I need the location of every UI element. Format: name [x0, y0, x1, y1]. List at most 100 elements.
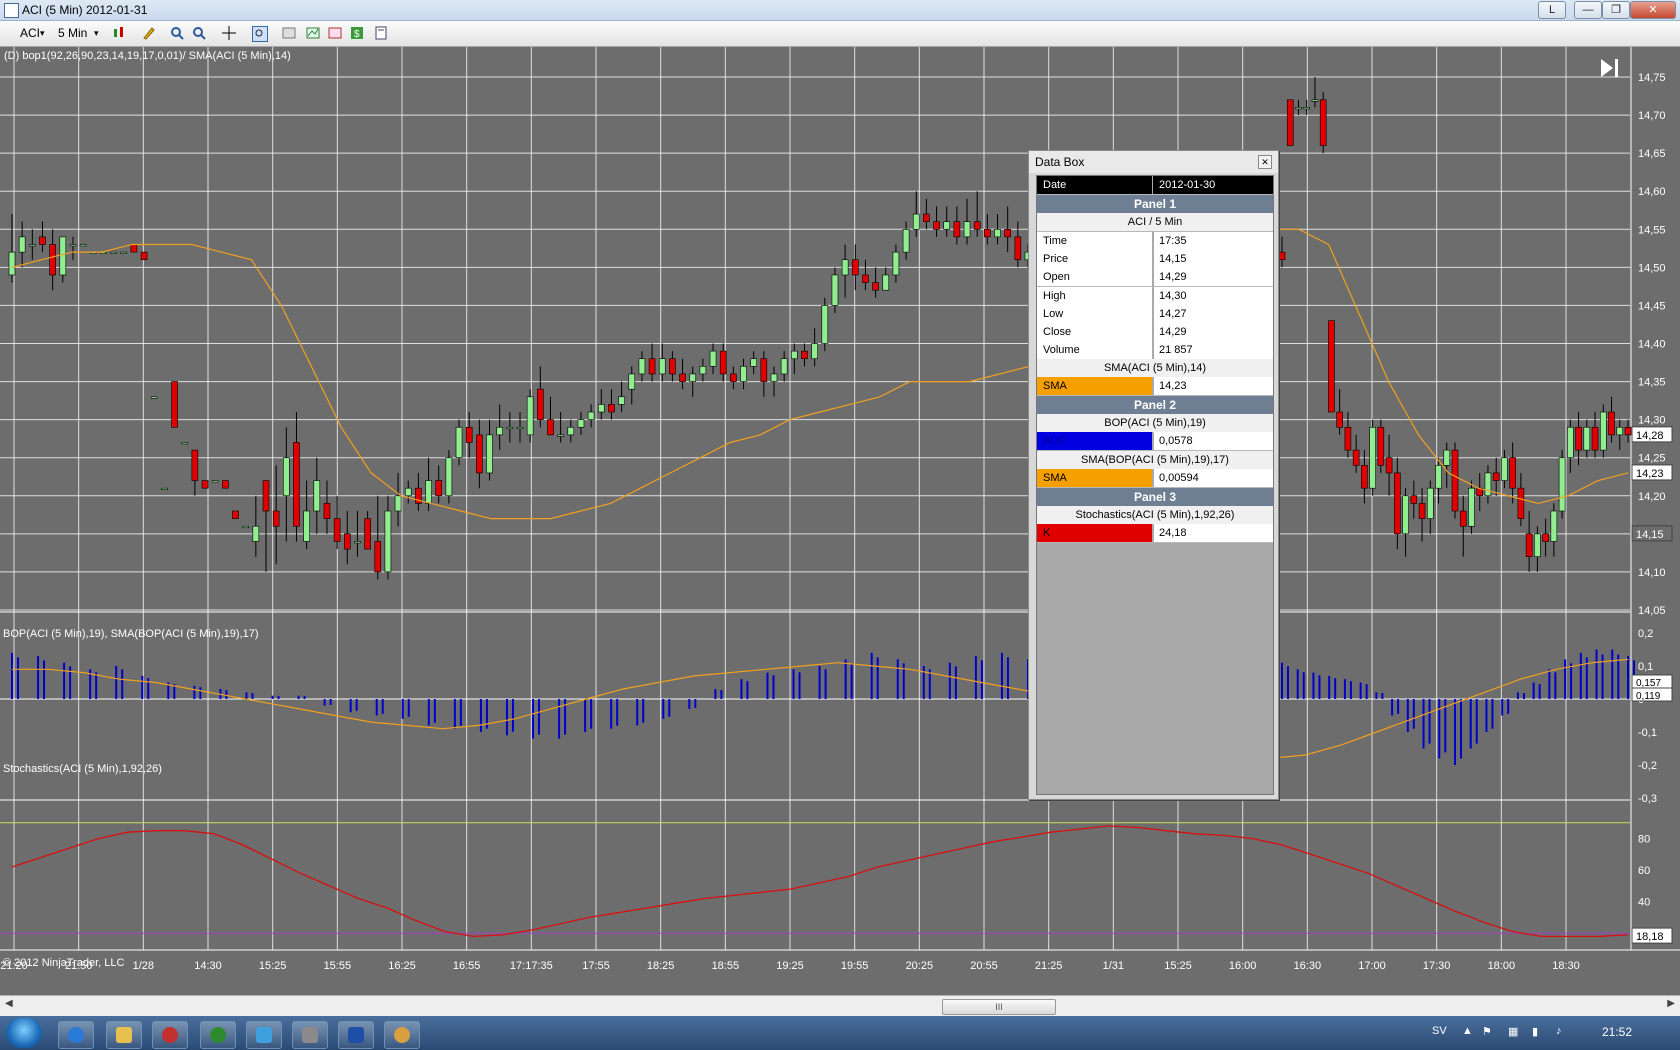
databox-row: Volume 21 857 [1037, 341, 1273, 361]
crosshair-icon[interactable] [222, 26, 236, 40]
flag-icon[interactable]: ⚑ [1482, 1025, 1492, 1038]
sma1-label: SMA(ACI (5 Min),14) [1037, 359, 1273, 378]
zoom-in-icon[interactable] [170, 26, 184, 40]
chart-area[interactable]: 21:20 21:50 1/28 14:30 15:25 15:55 16:25 16:55 1… [0, 47, 1680, 983]
up-candle [557, 434, 564, 437]
up-candle [587, 411, 595, 420]
dollar-icon[interactable]: $ [350, 26, 364, 40]
up-candle [1303, 107, 1311, 110]
up-candle [8, 251, 16, 276]
x-tick-label: 14:30 [194, 960, 222, 972]
taskbar-tool-button[interactable] [292, 1021, 328, 1049]
properties-icon[interactable] [282, 26, 296, 40]
up-candle [577, 419, 585, 428]
data-box-window[interactable]: Data Box ✕ Date 2012-01-30 Panel 1 ACI /… [1028, 150, 1279, 800]
scroll-left-icon[interactable]: ◀ [5, 998, 13, 1009]
up-candle [506, 426, 514, 430]
up-candle [750, 358, 757, 367]
up-candle [740, 366, 747, 382]
close-button[interactable]: ✕ [1630, 1, 1676, 19]
up-candle [1567, 426, 1574, 459]
taskbar-paint-button[interactable] [384, 1021, 420, 1049]
close-icon[interactable]: ✕ [1258, 155, 1272, 169]
taskbar-ie-button[interactable] [58, 1021, 94, 1049]
down-candle [1286, 99, 1294, 146]
up-candle [110, 251, 117, 254]
up-candle [242, 525, 249, 529]
start-button[interactable] [6, 1018, 42, 1048]
up-candle [892, 251, 900, 276]
y-tick-label: 14,75 [1638, 72, 1666, 84]
x-tick-label: 17:55 [582, 960, 610, 972]
taskbar-app-button[interactable] [200, 1021, 236, 1049]
chart-toolbar: ACI ▾ 5 Min ▾ $ [0, 21, 1680, 47]
sma1-key: SMA [1037, 377, 1153, 395]
clock[interactable]: 21:52 [1602, 1025, 1632, 1039]
down-candle [1410, 495, 1418, 504]
zoom-out-icon[interactable] [192, 26, 206, 40]
minimize-button[interactable]: — [1574, 1, 1602, 19]
network-icon[interactable]: ▦ [1508, 1025, 1518, 1038]
taskbar-ninjatrader-button[interactable] [152, 1021, 188, 1049]
down-candle [953, 221, 961, 238]
x-tick-label: 18:55 [712, 960, 740, 972]
up-candle [841, 259, 849, 276]
up-candle [18, 236, 26, 253]
language-indicator[interactable]: SV [1432, 1025, 1447, 1037]
candlestick-style-icon[interactable] [112, 26, 126, 40]
scrollbar-thumb[interactable]: III [942, 999, 1056, 1015]
strategies-icon[interactable] [328, 26, 342, 40]
tray-arrow-icon[interactable]: ▲ [1462, 1025, 1473, 1037]
templates-icon[interactable] [374, 26, 388, 40]
y-tick-label: 80 [1638, 834, 1650, 846]
link-button[interactable]: L [1538, 1, 1566, 19]
x-tick-label: 15:25 [259, 960, 287, 972]
data-box-header[interactable]: Data Box ✕ [1029, 151, 1278, 173]
interval-selector[interactable]: 5 Min [58, 24, 87, 42]
up-candle [689, 373, 697, 382]
data-box-title: Data Box [1035, 155, 1085, 169]
down-candle [1459, 510, 1467, 527]
y-tick-label: 14,35 [1638, 377, 1666, 389]
up-candle [628, 373, 636, 390]
chevron-down-icon[interactable]: ▾ [94, 24, 99, 42]
down-candle [49, 244, 56, 276]
up-candle [1369, 426, 1376, 489]
down-candle [343, 533, 351, 550]
taskbar-word-button[interactable] [338, 1021, 374, 1049]
volume-icon[interactable]: ♪ [1556, 1025, 1562, 1037]
y-tick-label: 0,2 [1638, 628, 1653, 640]
instrument-selector[interactable]: ACI [20, 24, 40, 42]
taskbar-messenger-button[interactable] [246, 1021, 282, 1049]
bop-marker: 0,119 [1636, 691, 1661, 702]
sma-marker: 14,23 [1636, 468, 1664, 480]
up-candle [912, 213, 920, 230]
window-title: ACI (5 Min) 2012-01-31 [22, 3, 148, 17]
horizontal-scrollbar[interactable]: ◀ III ▶ [0, 995, 1680, 1016]
down-candle [801, 350, 808, 360]
pencil-draw-icon[interactable] [142, 26, 156, 40]
down-candle [1344, 426, 1352, 451]
bop-label: BOP(ACI (5 Min),19) [1037, 414, 1273, 433]
down-candle [851, 259, 859, 276]
x-tick-label: 19:25 [776, 960, 804, 972]
down-candle [648, 358, 656, 375]
indicators-icon[interactable] [306, 26, 320, 40]
down-candle [730, 373, 737, 382]
bop-panel-label: BOP(ACI (5 Min),19), SMA(BOP(ACI (5 Min)… [3, 628, 259, 640]
chevron-down-icon[interactable]: ▾ [40, 24, 45, 42]
up-candle [526, 396, 534, 436]
signal-icon[interactable]: ▮ [1532, 1025, 1538, 1038]
scroll-right-icon[interactable]: ▶ [1667, 998, 1675, 1009]
x-tick-label: 16:55 [453, 960, 481, 972]
sma2-key: SMA [1037, 469, 1153, 487]
up-candle [618, 396, 625, 405]
databox-row-key: Volume [1037, 341, 1153, 360]
taskbar-explorer-button[interactable] [106, 1021, 142, 1049]
databox-row-value: 17:35 [1154, 232, 1273, 250]
data-box-toggle-icon[interactable] [252, 26, 268, 42]
y-tick-label: 60 [1638, 865, 1650, 877]
down-candle [923, 213, 930, 222]
down-candle [262, 480, 270, 512]
maximize-button[interactable]: ❐ [1602, 1, 1630, 19]
